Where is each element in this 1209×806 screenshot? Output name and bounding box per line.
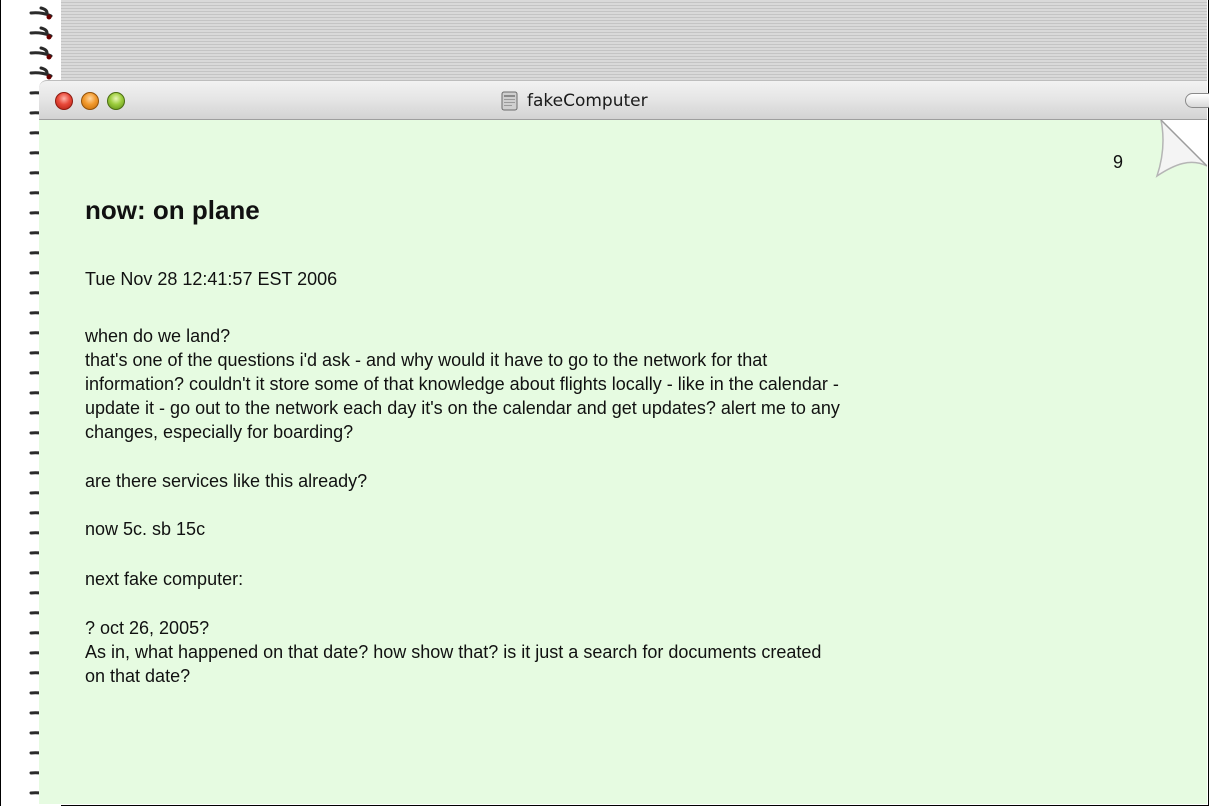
text-line: As in, what happened on that date? how s…: [85, 642, 822, 662]
text-line: update it - go out to the network each d…: [85, 398, 840, 418]
text-line: ? oct 26, 2005?: [85, 618, 210, 638]
minimize-button[interactable]: [81, 92, 99, 110]
page-heading: now: on plane: [85, 195, 260, 225]
page-curl-icon[interactable]: [1151, 120, 1207, 182]
background-window: [39, 0, 1207, 83]
notebook-page[interactable]: 9 now: on plane Tue Nov 28 12:41:57 EST …: [39, 120, 1207, 804]
zoom-button[interactable]: [107, 92, 125, 110]
spiral-ring: [29, 66, 53, 80]
title-bar[interactable]: fakeComputer: [39, 80, 1209, 120]
text-line: information? couldn't it store some of t…: [85, 374, 839, 394]
text-line: now 5c. sb 15c: [85, 519, 206, 539]
spiral-ring: [29, 6, 53, 20]
toolbar-toggle-icon[interactable]: [1185, 93, 1209, 108]
screen-frame: fakeComputer 9 now: on plane Tue Nov 28 …: [0, 0, 1209, 806]
window-title: fakeComputer: [527, 91, 648, 111]
text-line: next fake computer:: [85, 569, 244, 589]
notebook-window[interactable]: fakeComputer 9 now: on plane Tue Nov 28 …: [39, 80, 1209, 804]
text-line: are there services like this already?: [85, 471, 368, 491]
text-line: that's one of the questions i'd ask - an…: [85, 350, 768, 370]
page-number: 9: [1113, 152, 1124, 172]
text-line: changes, especially for boarding?: [85, 422, 354, 442]
document-icon: [501, 91, 519, 111]
spiral-ring: [29, 46, 53, 60]
text-line: when do we land?: [85, 326, 231, 346]
close-button[interactable]: [55, 92, 73, 110]
spiral-ring: [29, 26, 53, 40]
text-line: on that date?: [85, 666, 191, 686]
entry-timestamp: Tue Nov 28 12:41:57 EST 2006: [85, 269, 338, 289]
title-group: fakeComputer: [501, 89, 648, 113]
